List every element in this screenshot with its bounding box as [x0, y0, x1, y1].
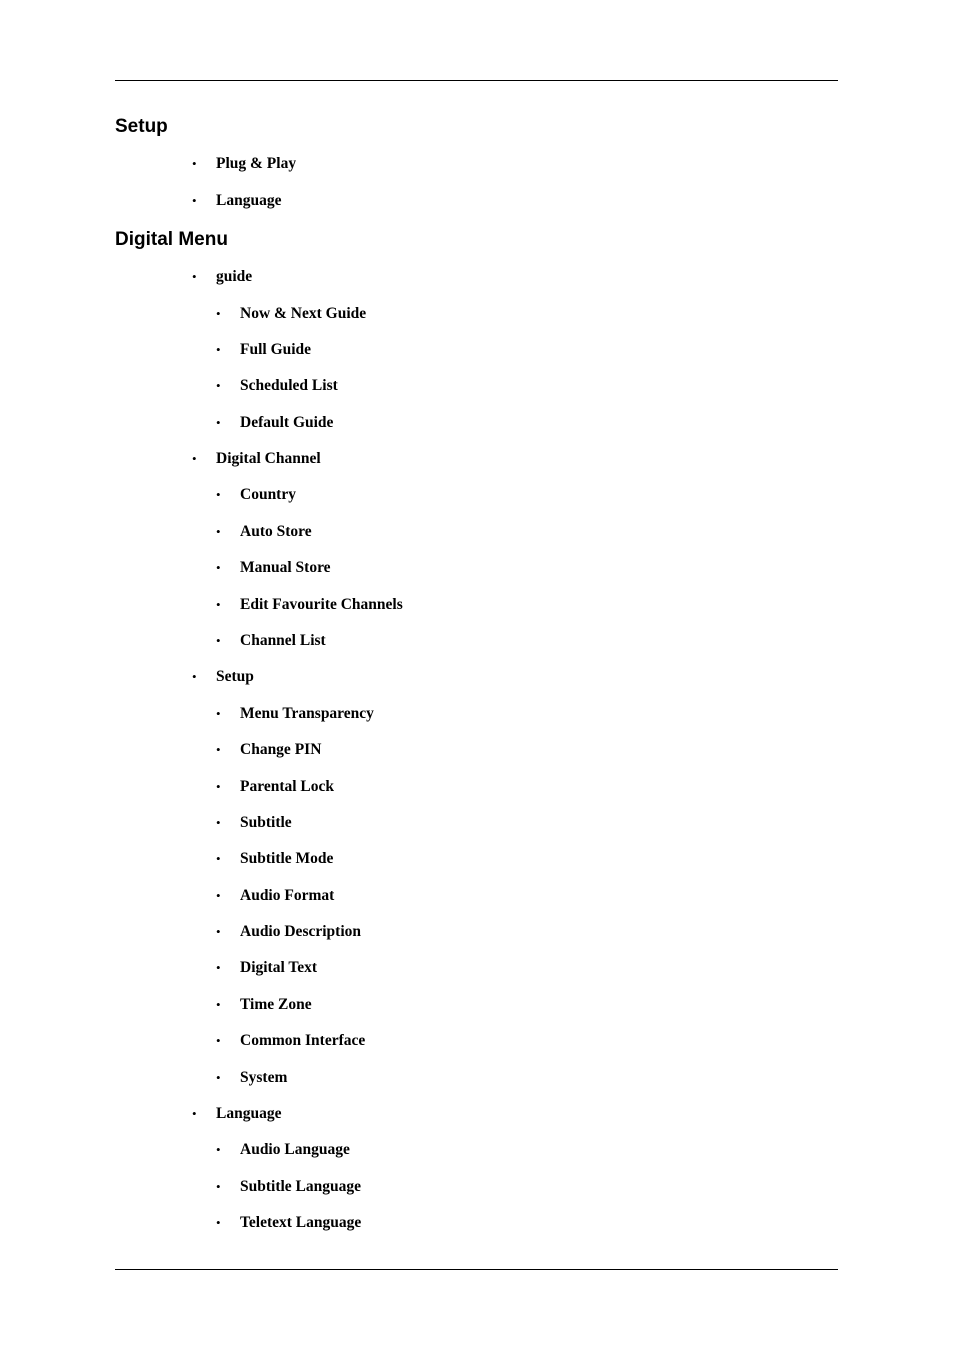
sub-item-teletext-language: • Teletext Language	[216, 1214, 362, 1232]
sub-item-digital-text: • Digital Text	[216, 959, 318, 977]
sub-item-parental-lock: • Parental Lock	[216, 778, 334, 796]
list-item-label: Plug & Play	[216, 155, 297, 172]
sub-item-auto-store: • Auto Store	[216, 523, 312, 541]
sub-item-channel-list: • Channel List	[216, 632, 326, 650]
bullet-icon: •	[216, 1215, 221, 1230]
sub-item-label: Parental Lock	[240, 778, 334, 795]
bullet-icon: •	[216, 924, 221, 939]
bullet-icon: •	[216, 851, 221, 866]
sub-item-label: Audio Format	[240, 887, 335, 904]
footer-rule	[115, 1269, 838, 1270]
bullet-icon: •	[216, 1179, 221, 1194]
sub-item-manual-store: • Manual Store	[216, 559, 331, 577]
sub-item-label: Full Guide	[240, 341, 312, 358]
list-item-label: Setup	[216, 668, 254, 685]
sub-item-audio-language: • Audio Language	[216, 1141, 350, 1159]
bullet-icon: •	[192, 451, 197, 466]
bullet-icon: •	[216, 597, 221, 612]
section-heading-digital-menu: Digital Menu	[115, 229, 228, 250]
bullet-icon: •	[216, 960, 221, 975]
section-heading-setup: Setup	[115, 116, 168, 137]
sub-item-label: Auto Store	[240, 523, 312, 540]
bullet-icon: •	[216, 888, 221, 903]
bullet-icon: •	[192, 156, 197, 171]
sub-item-subtitle: • Subtitle	[216, 814, 292, 832]
bullet-icon: •	[192, 193, 197, 208]
bullet-icon: •	[216, 997, 221, 1012]
list-item-guide: • guide	[192, 268, 253, 286]
sub-item-default-guide: • Default Guide	[216, 414, 334, 432]
list-item-label: Digital Channel	[216, 450, 321, 467]
bullet-icon: •	[216, 306, 221, 321]
bullet-icon: •	[192, 1106, 197, 1121]
list-item-label: Language	[216, 192, 282, 209]
sub-item-scheduled-list: • Scheduled List	[216, 377, 338, 395]
bullet-icon: •	[216, 779, 221, 794]
sub-item-label: Digital Text	[240, 959, 318, 976]
sub-item-label: Time Zone	[240, 996, 312, 1013]
sub-item-subtitle-mode: • Subtitle Mode	[216, 850, 334, 868]
sub-item-time-zone: • Time Zone	[216, 996, 312, 1014]
sub-item-menu-transparency: • Menu Transparency	[216, 705, 374, 723]
sub-item-label: Subtitle Language	[240, 1178, 362, 1195]
header-rule	[115, 80, 838, 81]
sub-item-label: Default Guide	[240, 414, 334, 431]
bullet-icon: •	[216, 742, 221, 757]
bullet-icon: •	[216, 1070, 221, 1085]
sub-item-label: Manual Store	[240, 559, 331, 576]
sub-item-common-interface: • Common Interface	[216, 1032, 366, 1050]
sub-item-change-pin: • Change PIN	[216, 741, 322, 759]
bullet-icon: •	[216, 342, 221, 357]
list-item-digital-channel: • Digital Channel	[192, 450, 321, 468]
sub-item-label: Change PIN	[240, 741, 322, 758]
sub-item-audio-format: • Audio Format	[216, 887, 335, 905]
bullet-icon: •	[216, 487, 221, 502]
sub-item-label: Teletext Language	[240, 1214, 362, 1231]
sub-item-label: Channel List	[240, 632, 326, 649]
sub-item-label: Common Interface	[240, 1032, 366, 1049]
bullet-icon: •	[192, 669, 197, 684]
sub-item-edit-favourite-channels: • Edit Favourite Channels	[216, 596, 403, 614]
sub-item-label: Subtitle	[240, 814, 292, 831]
list-item-language-digital: • Language	[192, 1105, 282, 1123]
list-item-label: Language	[216, 1105, 282, 1122]
sub-item-label: Subtitle Mode	[240, 850, 334, 867]
list-item-plug-and-play: • Plug & Play	[192, 155, 297, 173]
bullet-icon: •	[216, 1033, 221, 1048]
sub-item-now-next-guide: • Now & Next Guide	[216, 305, 367, 323]
bullet-icon: •	[216, 415, 221, 430]
bullet-icon: •	[216, 633, 221, 648]
sub-item-label: Audio Description	[240, 923, 361, 940]
sub-item-label: Edit Favourite Channels	[240, 596, 403, 613]
bullet-icon: •	[216, 524, 221, 539]
bullet-icon: •	[192, 269, 197, 284]
bullet-icon: •	[216, 1142, 221, 1157]
sub-item-subtitle-language: • Subtitle Language	[216, 1178, 362, 1196]
sub-item-full-guide: • Full Guide	[216, 341, 312, 359]
sub-item-audio-description: • Audio Description	[216, 923, 361, 941]
sub-item-system: • System	[216, 1069, 288, 1087]
sub-item-label: Country	[240, 486, 296, 503]
sub-item-label: Menu Transparency	[240, 705, 374, 722]
list-item-label: guide	[216, 268, 253, 285]
bullet-icon: •	[216, 706, 221, 721]
list-item-language: • Language	[192, 192, 282, 210]
bullet-icon: •	[216, 815, 221, 830]
sub-item-country: • Country	[216, 486, 296, 504]
bullet-icon: •	[216, 560, 221, 575]
sub-item-label: System	[240, 1069, 288, 1086]
sub-item-label: Now & Next Guide	[240, 305, 367, 322]
sub-item-label: Scheduled List	[240, 377, 338, 394]
list-item-setup: • Setup	[192, 668, 254, 686]
sub-item-label: Audio Language	[240, 1141, 350, 1158]
bullet-icon: •	[216, 378, 221, 393]
